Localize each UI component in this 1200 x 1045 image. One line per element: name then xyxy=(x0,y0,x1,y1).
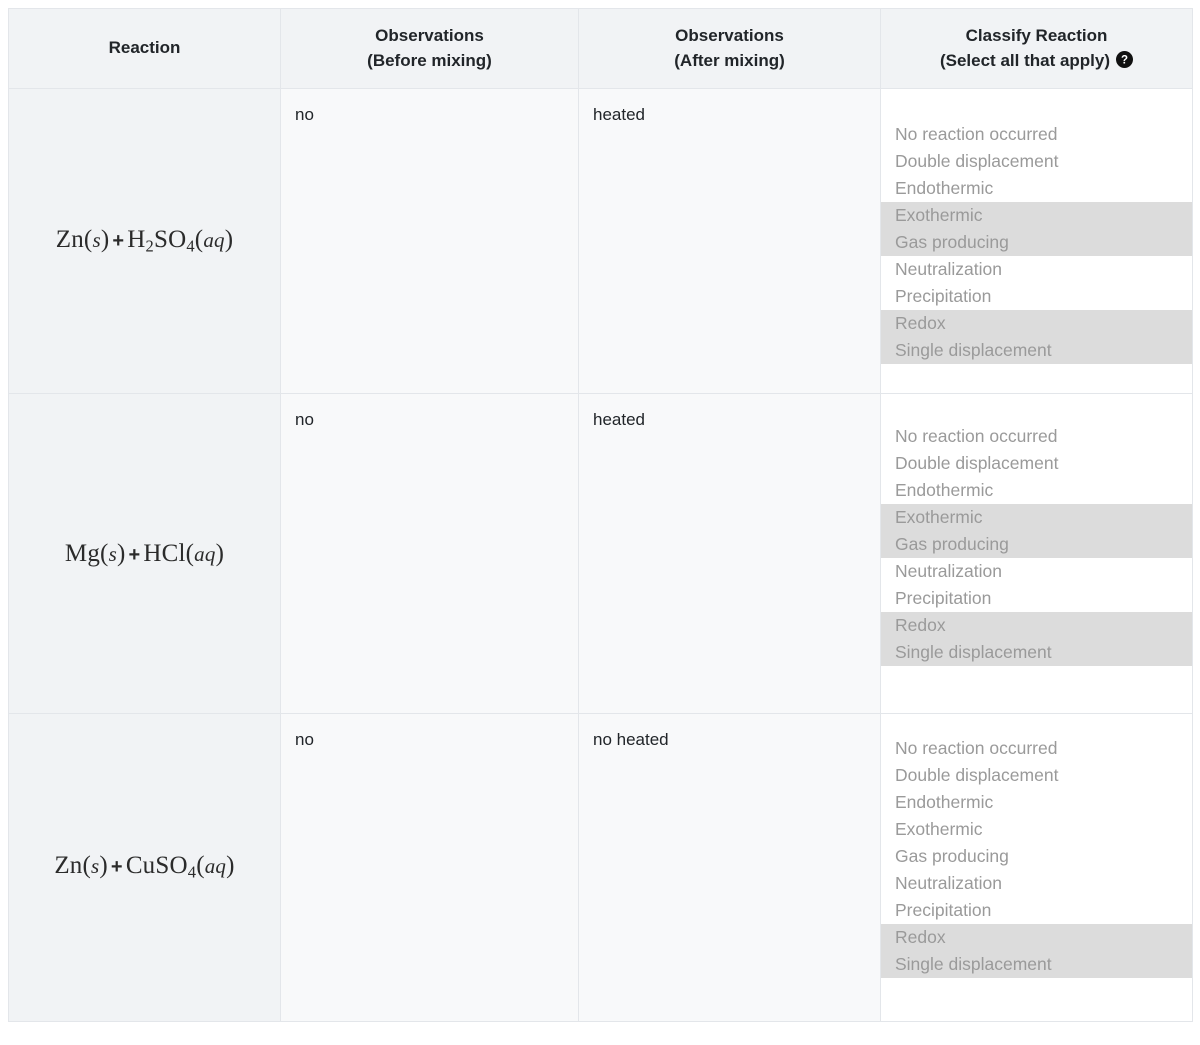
classify-reaction-listbox[interactable]: No reaction occurred Double displacement E… xyxy=(881,735,1192,978)
column-header-classify-reaction: Classify Reaction (Select all that apply… xyxy=(880,8,1193,89)
header-line-1: Observations xyxy=(375,25,484,45)
classify-option[interactable]: Single displacement xyxy=(881,639,1192,666)
classify-option[interactable]: Precipitation xyxy=(881,283,1192,310)
observations-before-input-cell xyxy=(280,88,579,394)
table-body: Zn(s)+H2SO4(aq)No reaction occurredDoubl… xyxy=(8,88,1193,1022)
svg-text:?: ? xyxy=(1121,54,1128,66)
classify-option[interactable]: Endothermic xyxy=(881,477,1192,504)
classify-option[interactable]: Endothermic xyxy=(881,789,1192,816)
classify-option[interactable]: Neutralization xyxy=(881,870,1192,897)
classify-reaction-cell: No reaction occurred Double displacement E… xyxy=(880,88,1193,394)
observations-before-input-cell xyxy=(280,393,579,714)
help-circle-icon[interactable]: ? xyxy=(1116,50,1134,68)
classify-option[interactable]: Endothermic xyxy=(881,175,1192,202)
header-line-1: Observations xyxy=(675,25,784,45)
classify-option[interactable]: Exothermic xyxy=(881,202,1192,229)
table-header: Reaction Observations (Before mixing) Ob… xyxy=(8,8,1193,89)
lab-report-sheet: Reaction Observations (Before mixing) Ob… xyxy=(0,0,1200,1045)
header-line-2: (Select all that apply)? xyxy=(889,49,1184,74)
table-row: Mg(s)+HCl(aq) No reaction occurredDouble … xyxy=(8,393,1193,714)
classify-option[interactable]: Double displacement xyxy=(881,762,1192,789)
classify-option[interactable]: No reaction occurred xyxy=(881,121,1192,148)
column-header-reaction: Reaction xyxy=(8,8,281,89)
classify-option[interactable]: Neutralization xyxy=(881,558,1192,585)
header-row: Reaction Observations (Before mixing) Ob… xyxy=(8,8,1193,89)
classify-option[interactable]: Double displacement xyxy=(881,450,1192,477)
table-row: Zn(s)+H2SO4(aq) No reaction occurredDoubl… xyxy=(8,88,1193,394)
reaction-formula-cell: Zn(s) + H2SO4(aq) xyxy=(8,88,281,394)
classify-option[interactable]: Single displacement xyxy=(881,951,1192,978)
classify-option[interactable]: Precipitation xyxy=(881,897,1192,924)
header-line-2-text: (Select all that apply) xyxy=(939,50,1111,70)
header-line-1: Classify Reaction xyxy=(965,25,1108,45)
reaction-observations-table: Reaction Observations (Before mixing) Ob… xyxy=(8,8,1193,1022)
classify-option[interactable]: Redox xyxy=(881,612,1192,639)
classify-option[interactable]: Gas producing xyxy=(881,843,1192,870)
reaction-formula-cell: Zn(s) + CuSO4(aq) xyxy=(8,713,281,1022)
classify-listbox-wrapper: No reaction occurred Double displacement E… xyxy=(881,89,1192,364)
reaction-formula: Mg(s) + HCl(aq) xyxy=(64,539,225,567)
classify-option[interactable]: Single displacement xyxy=(881,337,1192,364)
classify-reaction-listbox[interactable]: No reaction occurred Double displacement E… xyxy=(881,121,1192,364)
observations-after-input-cell xyxy=(578,713,881,1022)
header-line-1: Reaction xyxy=(108,38,181,58)
classify-reaction-listbox[interactable]: No reaction occurred Double displacement E… xyxy=(881,423,1192,666)
observations-before-input[interactable] xyxy=(281,714,578,1012)
reaction-formula-cell: Mg(s) + HCl(aq) xyxy=(8,393,281,714)
classify-reaction-cell: No reaction occurred Double displacement E… xyxy=(880,713,1193,1022)
classify-option[interactable]: No reaction occurred xyxy=(881,735,1192,762)
classify-option[interactable]: Exothermic xyxy=(881,816,1192,843)
reaction-formula: Zn(s) + CuSO4(aq) xyxy=(54,852,235,882)
classify-reaction-cell: No reaction occurred Double displacement E… xyxy=(880,393,1193,714)
classify-option[interactable]: Exothermic xyxy=(881,504,1192,531)
header-line-2: (After mixing) xyxy=(674,50,785,70)
classify-option[interactable]: No reaction occurred xyxy=(881,423,1192,450)
classify-listbox-wrapper: No reaction occurred Double displacement E… xyxy=(881,394,1192,666)
observations-before-input-cell xyxy=(280,713,579,1022)
classify-option[interactable]: Redox xyxy=(881,310,1192,337)
observations-after-input-cell xyxy=(578,88,881,394)
header-line-2: (Before mixing) xyxy=(367,50,492,70)
classify-option[interactable]: Double displacement xyxy=(881,148,1192,175)
column-header-observations-before: Observations (Before mixing) xyxy=(280,8,579,89)
observations-after-input-cell xyxy=(578,393,881,714)
column-header-observations-after: Observations (After mixing) xyxy=(578,8,881,89)
classify-option[interactable]: Neutralization xyxy=(881,256,1192,283)
classify-option[interactable]: Redox xyxy=(881,924,1192,951)
classify-listbox-wrapper: No reaction occurred Double displacement E… xyxy=(881,714,1192,978)
observations-before-input[interactable] xyxy=(281,89,578,384)
observations-before-input[interactable] xyxy=(281,394,578,704)
reaction-formula: Zn(s) + H2SO4(aq) xyxy=(55,225,234,256)
classify-option[interactable]: Gas producing xyxy=(881,229,1192,256)
observations-after-input[interactable] xyxy=(579,89,880,384)
observations-after-input[interactable] xyxy=(579,394,880,704)
classify-option[interactable]: Precipitation xyxy=(881,585,1192,612)
classify-option[interactable]: Gas producing xyxy=(881,531,1192,558)
table-row: Zn(s)+CuSO4(aq) No reaction occurredDoubl… xyxy=(8,713,1193,1022)
observations-after-input[interactable] xyxy=(579,714,880,1012)
